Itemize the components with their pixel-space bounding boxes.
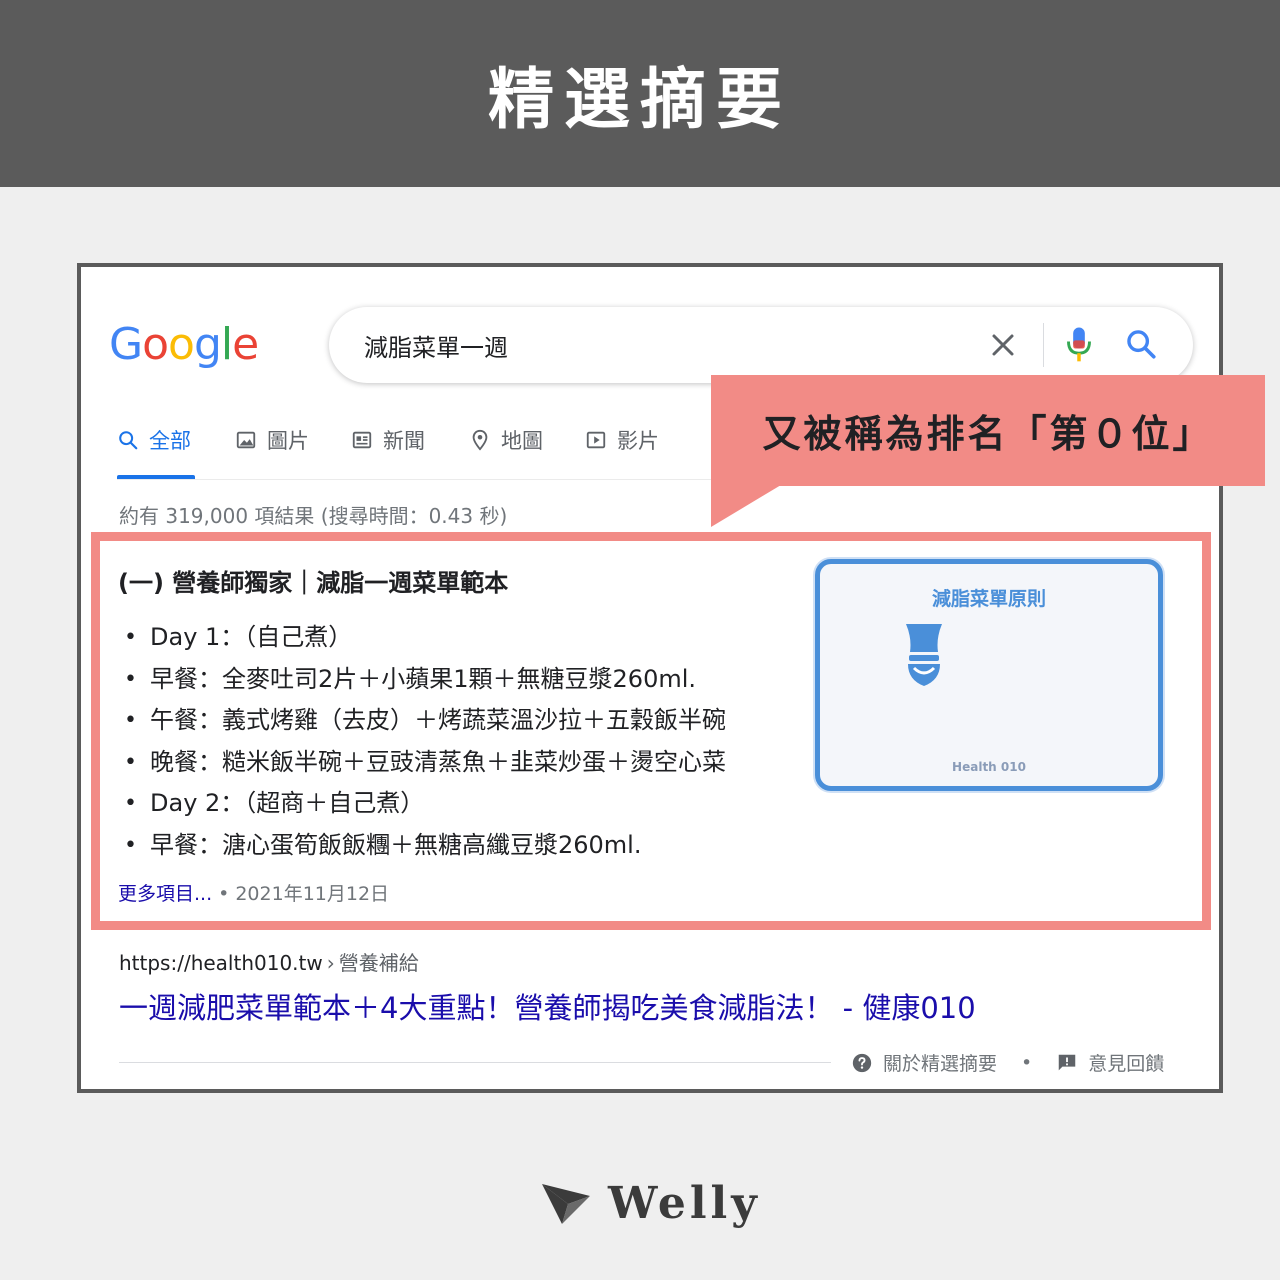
thumbnail-brand: Health 010 xyxy=(952,760,1026,774)
tab-label: 地圖 xyxy=(501,429,543,453)
logo-letter: g xyxy=(193,319,222,370)
thumbnail-title: 減脂菜單原則 xyxy=(931,588,1046,610)
list-item: 午餐：義式烤雞（去皮）＋烤蔬菜溫沙拉＋五穀飯半碗 xyxy=(118,700,726,742)
featured-snippet: (一) 營養師獨家｜減脂一週菜單範本 Day 1：（自己煮） 早餐：全麥吐司2片… xyxy=(91,532,1211,930)
feedback-link[interactable]: 意見回饋 xyxy=(1088,1049,1164,1076)
list-item: Day 2：（超商＋自己煮） xyxy=(118,783,726,825)
logo-letter: l xyxy=(220,319,233,370)
snippet-date: 2021年11月12日 xyxy=(235,883,390,905)
map-pin-icon xyxy=(472,429,488,451)
feedback-icon xyxy=(1058,1054,1076,1070)
news-icon xyxy=(352,431,372,449)
callout-text: 又被稱為排名「第０位」 xyxy=(762,412,1214,456)
banner-title: 精選摘要 xyxy=(488,60,792,138)
search-icon[interactable] xyxy=(1124,327,1158,361)
separator-dot: • xyxy=(1021,1051,1033,1074)
tab-news[interactable]: 新聞 xyxy=(351,425,425,455)
snippet-thumbnail[interactable]: 減脂菜單原則 Health 010 xyxy=(815,559,1163,791)
tab-label: 圖片 xyxy=(267,429,309,453)
tab-label: 影片 xyxy=(617,429,659,453)
result-citation: https://health010.tw › 營養補給 xyxy=(119,947,419,976)
tab-all[interactable]: 全部 xyxy=(117,425,191,455)
brand-name: Welly xyxy=(608,1178,761,1229)
tab-videos[interactable]: 影片 xyxy=(585,425,659,455)
logo-letter: o xyxy=(142,319,169,370)
welly-logo-icon xyxy=(542,1183,590,1224)
logo-letter: o xyxy=(168,319,195,370)
result-url: https://health010.tw xyxy=(119,951,323,975)
body-figure-icon xyxy=(906,624,942,686)
list-item: 早餐：溏心蛋筍飯飯糰＋無糖高纖豆漿260ml. xyxy=(118,825,726,867)
google-logo[interactable]: Google xyxy=(109,319,259,370)
list-item: 早餐：全麥吐司2片＋小蘋果1顆＋無糖豆漿260ml. xyxy=(118,659,726,701)
result-title-link[interactable]: 一週減肥菜單範本＋4大重點！營養師揭吃美食減脂法！ - 健康010 xyxy=(119,985,976,1027)
more-items-link[interactable]: 更多項目... xyxy=(118,883,212,905)
logo-letter: G xyxy=(109,319,143,370)
snippet-footer: 關於精選摘要 • 意見回饋 xyxy=(851,1049,1164,1076)
search-bar-divider xyxy=(1043,323,1044,367)
separator-dot: • xyxy=(218,883,230,905)
microphone-icon[interactable] xyxy=(1065,325,1093,365)
breadcrumb-separator: › xyxy=(326,951,335,975)
list-item: Day 1：（自己煮） xyxy=(118,617,726,659)
callout-pointer xyxy=(711,485,781,527)
logo-letter: e xyxy=(232,319,259,370)
close-icon[interactable] xyxy=(985,327,1021,363)
tab-label: 全部 xyxy=(149,429,191,453)
list-item: 晚餐：糙米飯半碗＋豆豉清蒸魚＋韭菜炒蛋＋燙空心菜 xyxy=(118,742,726,784)
snippet-title[interactable]: (一) 營養師獨家｜減脂一週菜單範本 xyxy=(118,563,508,598)
result-breadcrumb: 營養補給 xyxy=(338,951,419,975)
help-icon xyxy=(852,1053,872,1072)
tab-images[interactable]: 圖片 xyxy=(235,425,309,455)
footer-divider xyxy=(119,1062,831,1063)
tab-label: 新聞 xyxy=(383,429,425,453)
snippet-list: Day 1：（自己煮） 早餐：全麥吐司2片＋小蘋果1顆＋無糖豆漿260ml. 午… xyxy=(118,617,726,867)
callout-box: 又被稱為排名「第０位」 xyxy=(711,375,1265,486)
search-input[interactable]: 減脂菜單一週 xyxy=(364,328,508,363)
tab-maps[interactable]: 地圖 xyxy=(469,425,543,455)
about-snippet-link[interactable]: 關於精選摘要 xyxy=(883,1049,997,1076)
result-stats: 約有 319,000 項結果 (搜尋時間：0.43 秒) xyxy=(119,504,508,528)
snippet-more-row: 更多項目... • 2021年11月12日 xyxy=(118,879,389,906)
search-screenshot: Google 減脂菜單一週 全部 圖片 新聞 地圖 影片 約有 319,000 … xyxy=(77,263,1265,1093)
image-icon xyxy=(236,431,256,449)
search-bar[interactable]: 減脂菜單一週 xyxy=(329,307,1193,383)
top-banner: 精選摘要 xyxy=(0,0,1280,187)
search-icon xyxy=(119,431,138,450)
welly-brand: Welly xyxy=(540,1178,761,1229)
video-icon xyxy=(586,431,606,449)
